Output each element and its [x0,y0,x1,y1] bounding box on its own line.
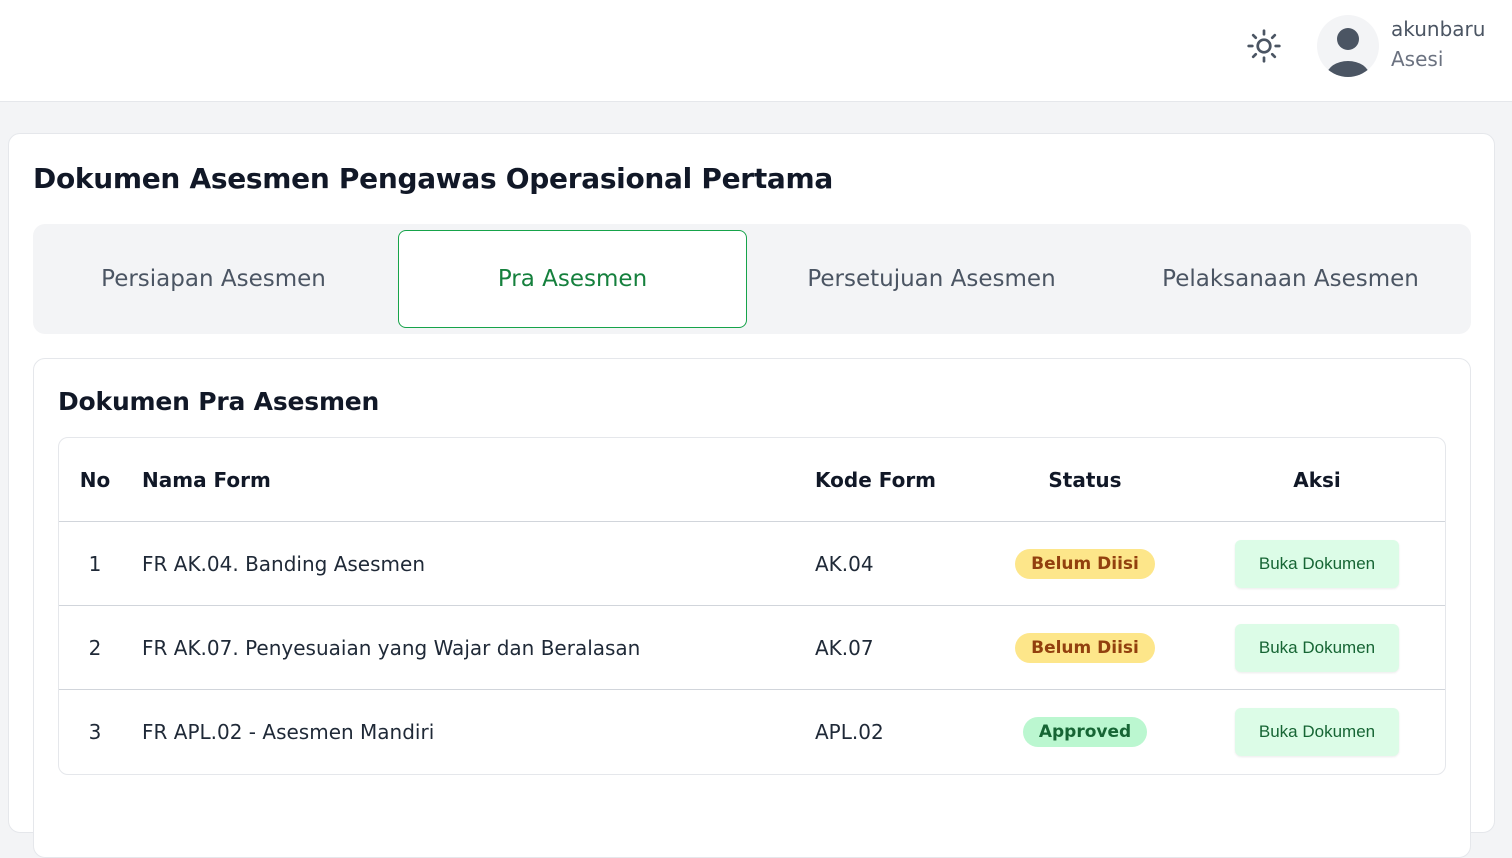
form-name: FR APL.02 - Asesmen Mandiri [142,720,435,744]
user-role: Asesi [1391,47,1444,71]
status-badge: Belum Diisi [1015,549,1155,579]
tab-persiapan-asesmen[interactable]: Persiapan Asesmen [39,230,388,328]
row-number: 2 [88,636,102,660]
column-header-kode-form: Kode Form [815,468,937,492]
avatar[interactable] [1317,15,1379,77]
row-number: 3 [88,720,102,744]
table-row: 1 FR AK.04. Banding Asesmen AK.04 Belum … [59,522,1445,606]
column-header-nama-form: Nama Form [142,468,271,492]
documents-table: No Nama Form Kode Form Status Aksi 1 FR … [58,437,1446,775]
tab-bar: Persiapan Asesmen Pra Asesmen Persetujua… [33,224,1471,334]
form-code: AK.07 [815,636,874,660]
row-number: 1 [88,552,102,576]
top-navbar: akunbaru Asesi [0,0,1512,102]
action-cell: Buka Dokumen [1215,522,1419,606]
column-header-no: No [79,468,111,492]
action-cell: Buka Dokumen [1215,606,1419,690]
theme-toggle-button[interactable] [1244,26,1284,66]
open-document-button[interactable]: Buka Dokumen [1235,708,1399,756]
status-cell: Belum Diisi [1005,606,1165,690]
status-cell: Belum Diisi [1005,522,1165,606]
form-name: FR AK.04. Banding Asesmen [142,552,425,576]
status-badge: Belum Diisi [1015,633,1155,663]
tab-pelaksanaan-asesmen[interactable]: Pelaksanaan Asesmen [1116,230,1465,328]
column-header-status: Status [1048,468,1122,492]
form-code: APL.02 [815,720,884,744]
section-title: Dokumen Pra Asesmen [58,387,380,416]
form-name: FR AK.07. Penyesuaian yang Wajar dan Ber… [142,636,641,660]
main-card: Dokumen Asesmen Pengawas Operasional Per… [8,133,1495,858]
column-header-aksi: Aksi [1293,468,1341,492]
sun-icon [1247,29,1281,63]
page-title: Dokumen Asesmen Pengawas Operasional Per… [33,162,833,195]
open-document-button[interactable]: Buka Dokumen [1235,624,1399,672]
user-name: akunbaru [1391,17,1486,41]
status-cell: Approved [1005,690,1165,774]
open-document-button[interactable]: Buka Dokumen [1235,540,1399,588]
section-card: Dokumen Pra Asesmen No Nama Form Kode Fo… [33,358,1471,858]
action-cell: Buka Dokumen [1215,690,1419,774]
table-header: No Nama Form Kode Form Status Aksi [59,438,1445,522]
status-badge: Approved [1022,717,1148,747]
tab-persetujuan-asesmen[interactable]: Persetujuan Asesmen [757,230,1106,328]
form-code: AK.04 [815,552,874,576]
tab-pra-asesmen[interactable]: Pra Asesmen [398,230,747,328]
table-row: 3 FR APL.02 - Asesmen Mandiri APL.02 App… [59,690,1445,774]
table-row: 2 FR AK.07. Penyesuaian yang Wajar dan B… [59,606,1445,690]
user-avatar-icon [1327,28,1369,77]
